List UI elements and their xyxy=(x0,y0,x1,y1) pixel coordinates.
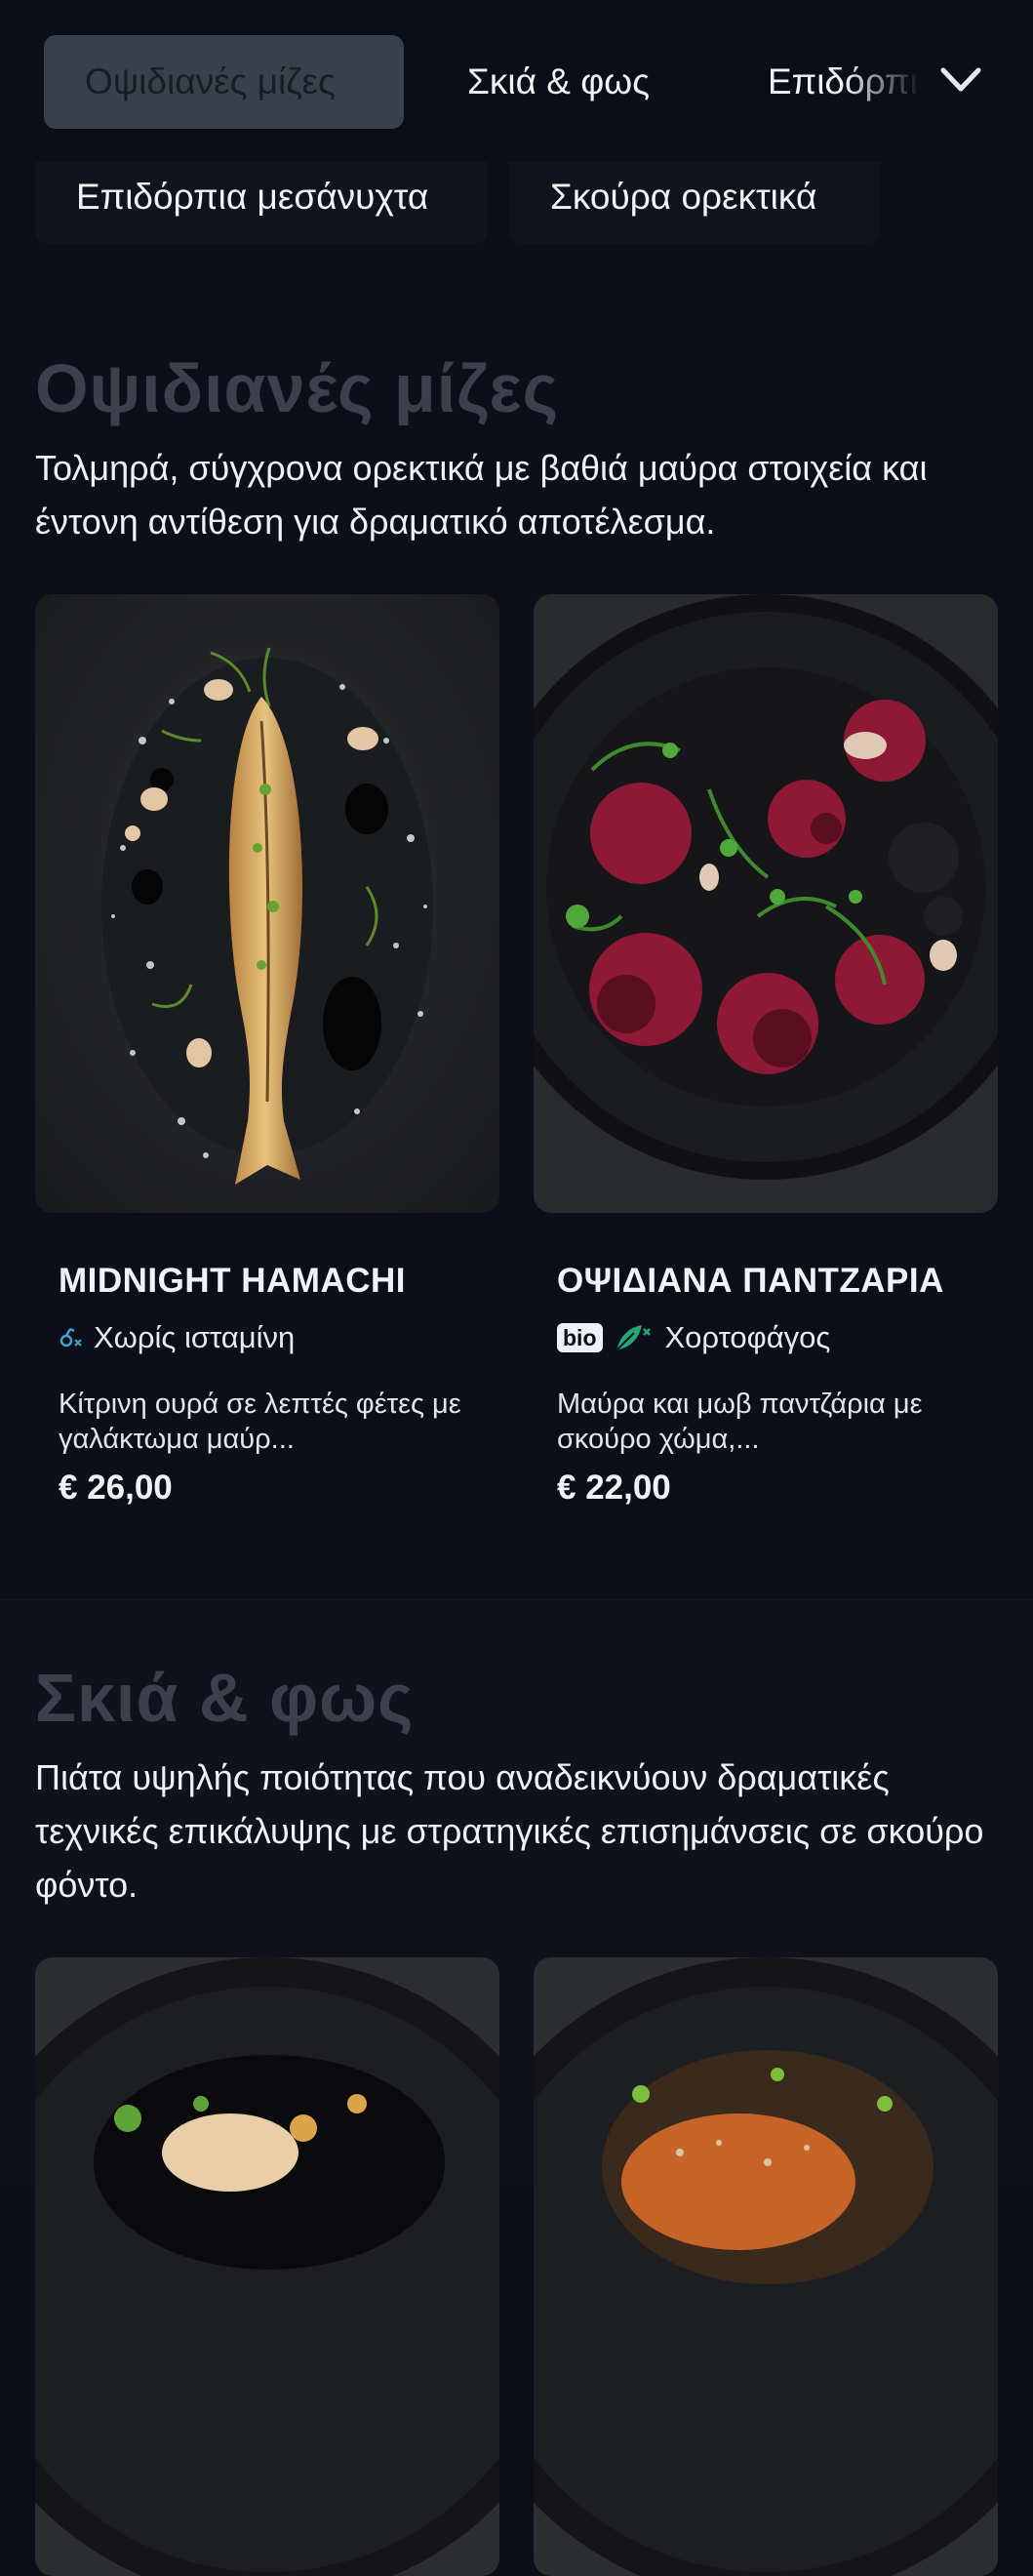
dietary-tags: Χωρίς ισταμίνη xyxy=(59,1318,295,1357)
dish-description: Μαύρα και μωβ παντζάρια με σκούρο χώμα,.… xyxy=(557,1389,923,1455)
dish-image xyxy=(534,1957,998,2576)
tab-midnight-desserts[interactable]: Επιδόρπια μεσάνυχτα xyxy=(727,35,922,129)
menu-item-card[interactable]: MIDNIGHT HAMACHI Χωρίς ισταμίνη Κίτρινη … xyxy=(35,594,499,1507)
section-title: Οψιδιανές μίζες xyxy=(35,350,560,426)
dish-price: € 22,00 xyxy=(557,1469,671,1507)
tag-label: Χορτοφάγος xyxy=(664,1320,831,1354)
section-title: Σκιά & φως xyxy=(35,1660,415,1736)
dietary-tags: bio Χορτοφάγος xyxy=(557,1318,830,1357)
tag-label: Χωρίς ισταμίνη xyxy=(94,1320,296,1354)
dish-name: MIDNIGHT HAMACHI xyxy=(59,1262,407,1300)
dish-description: Κίτρινη ουρά σε λεπτές φέτες με γαλάκτωμ… xyxy=(59,1389,461,1455)
menu-item-card[interactable] xyxy=(35,1957,499,2576)
tab-obsidian-mezes[interactable]: Οψιδιανές μίζες xyxy=(44,35,404,129)
chip-midnight-desserts[interactable]: Επιδόρπια μεσάνυχτα xyxy=(35,162,488,244)
dish-price: € 26,00 xyxy=(59,1469,173,1507)
vegetarian-icon xyxy=(615,1325,651,1351)
dish-name: ΟΨΙΔΙΑΝΑ ΠΑΝΤΖΑΡΙΑ xyxy=(557,1262,944,1300)
dish-image xyxy=(35,594,499,1213)
bio-badge: bio xyxy=(557,1323,603,1352)
dish-image xyxy=(35,1957,499,2576)
category-nav: Οψιδιανές μίζες Σκιά & φως Επιδόρπια μεσ… xyxy=(0,0,1033,161)
chevron-down-icon[interactable] xyxy=(938,60,983,100)
menu-item-card[interactable] xyxy=(534,1957,998,2576)
tab-shadow-light[interactable]: Σκιά & φως xyxy=(426,35,691,129)
dish-image xyxy=(534,594,998,1213)
section-divider xyxy=(0,1598,1033,1600)
section-description: Τολμηρά, σύγχρονα ορεκτικά με βαθιά μαύρ… xyxy=(35,448,928,542)
histamine-free-icon xyxy=(60,1327,82,1348)
menu-item-card[interactable]: ΟΨΙΔΙΑΝΑ ΠΑΝΤΖΑΡΙΑ bio Χορτοφάγος Μαύρα … xyxy=(534,594,998,1507)
chip-dark-appetizers[interactable]: Σκούρα ορεκτικά xyxy=(509,162,880,244)
section-description: Πιάτα υψηλής ποιότητας που αναδεικνύουν … xyxy=(35,1757,984,1905)
